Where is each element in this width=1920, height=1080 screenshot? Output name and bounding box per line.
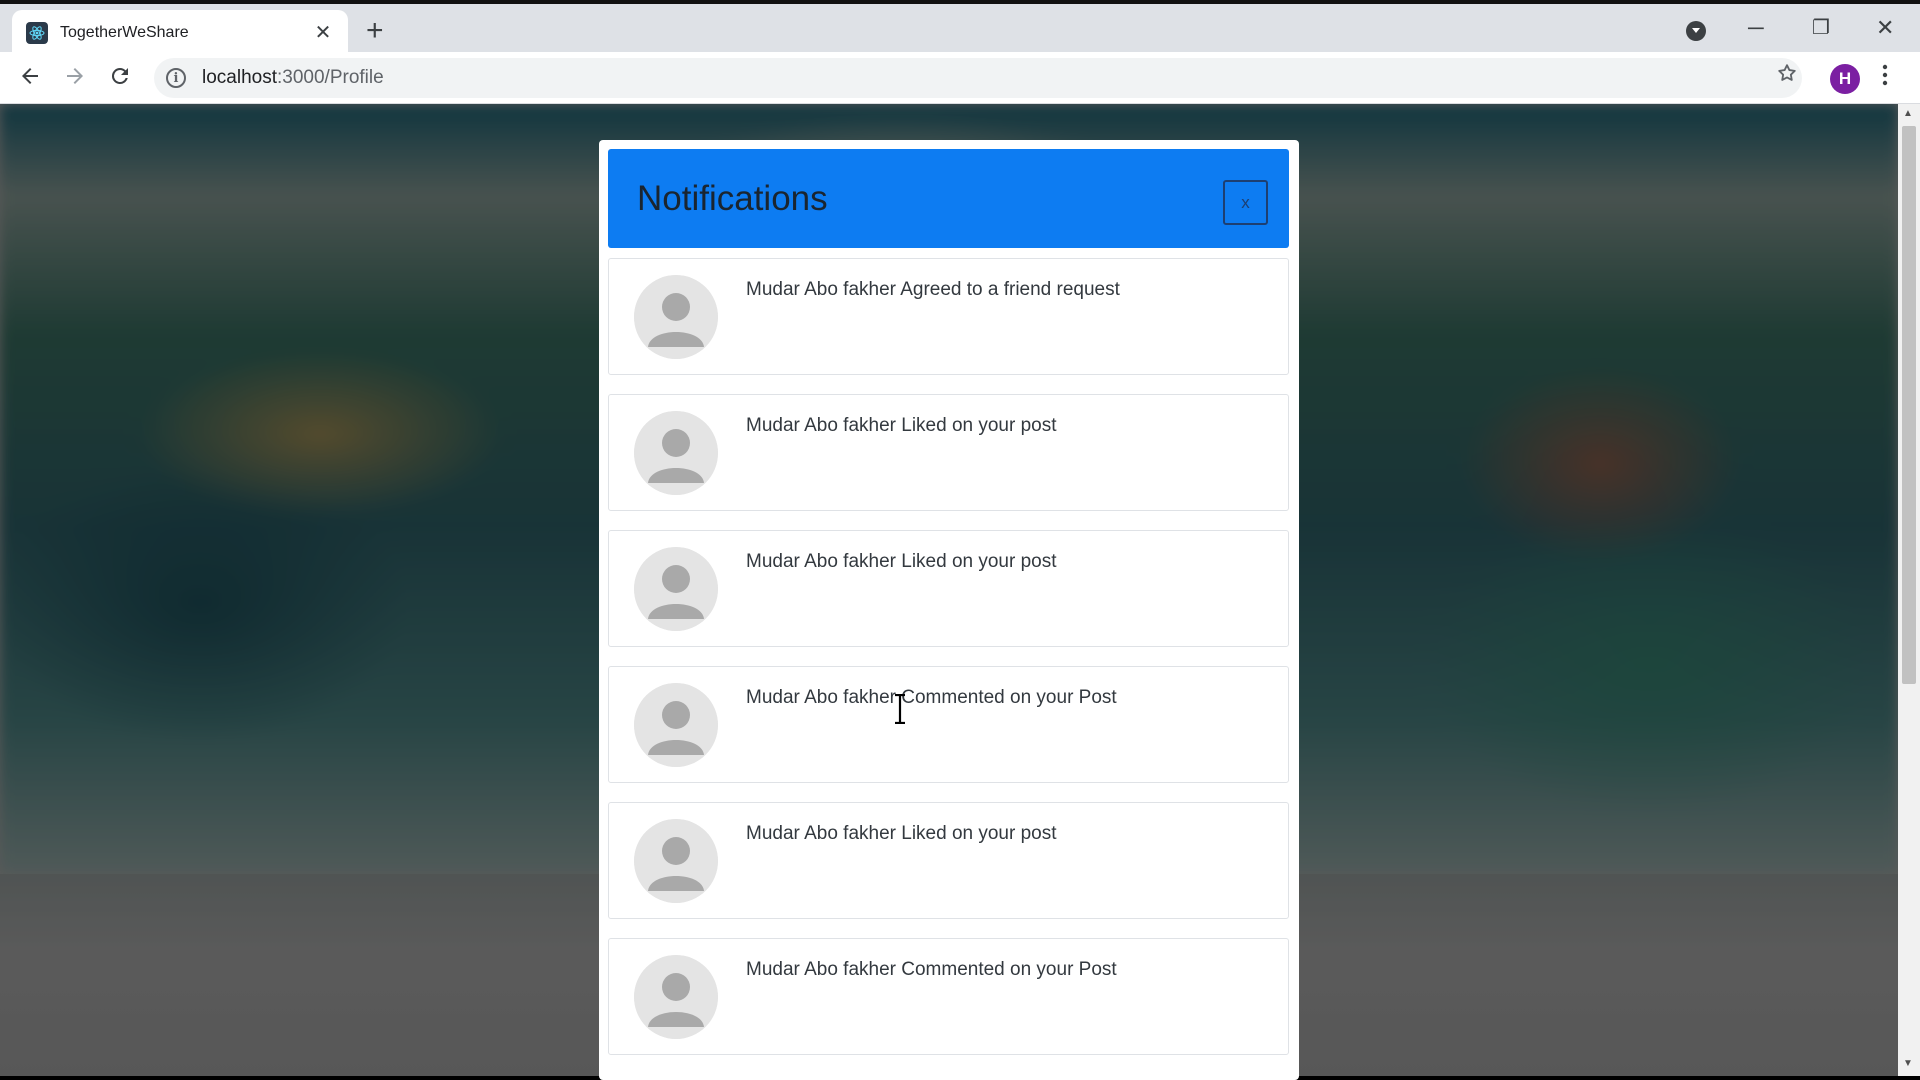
close-modal-button[interactable]: x [1223, 180, 1268, 225]
browser-tab[interactable]: TogetherWeShare ✕ [12, 10, 348, 56]
kebab-menu-icon[interactable] [1882, 64, 1888, 93]
restore-button[interactable]: ❐ [1812, 14, 1830, 42]
notification-item[interactable]: Mudar Abo fakher Liked on your post [608, 530, 1289, 647]
scroll-up-icon[interactable]: ▲ [1903, 108, 1913, 119]
notification-list: Mudar Abo fakher Agreed to a friend requ… [608, 258, 1289, 1074]
notification-text: Mudar Abo fakher Commented on your Post [746, 959, 1117, 980]
reload-icon [111, 67, 128, 84]
info-icon[interactable]: i [166, 68, 186, 88]
notification-item[interactable]: Mudar Abo fakher Liked on your post [608, 802, 1289, 919]
arrow-right-icon [67, 68, 83, 84]
notification-text: Mudar Abo fakher Agreed to a friend requ… [746, 279, 1120, 300]
arrow-left-icon [22, 68, 38, 84]
page-scrollbar[interactable]: ▲ ▼ [1898, 104, 1920, 1076]
minimize-button[interactable]: ─ [1748, 14, 1764, 42]
default-user-avatar-icon [634, 819, 718, 903]
default-user-avatar-icon [634, 275, 718, 359]
default-user-avatar-icon [634, 683, 718, 767]
tab-title: TogetherWeShare [60, 24, 189, 41]
back-button[interactable] [15, 64, 45, 95]
notification-item[interactable]: Mudar Abo fakher Agreed to a friend requ… [608, 258, 1289, 375]
default-user-avatar-icon [634, 411, 718, 495]
default-user-avatar-icon [634, 547, 718, 631]
scroll-down-icon[interactable]: ▼ [1903, 1058, 1913, 1069]
notification-item[interactable]: Mudar Abo fakher Liked on your post [608, 394, 1289, 511]
close-window-button[interactable]: ✕ [1876, 14, 1894, 42]
notification-text: Mudar Abo fakher Liked on your post [746, 551, 1057, 572]
react-favicon-icon [26, 22, 48, 44]
url-host: localhost [202, 67, 277, 88]
notifications-modal: Notifications x Mudar Abo fakher Agreed … [599, 140, 1299, 1080]
default-user-avatar-icon [634, 955, 718, 1039]
modal-title: Notifications [637, 179, 828, 218]
bookmark-star-icon[interactable] [1776, 62, 1798, 88]
tab-close-icon[interactable]: ✕ [312, 22, 334, 44]
profile-avatar[interactable]: H [1830, 64, 1860, 94]
browser-tab-strip: TogetherWeShare ✕ + ─ ❐ ✕ [0, 0, 1920, 56]
notification-text: Mudar Abo fakher Liked on your post [746, 415, 1057, 436]
browser-toolbar: i localhost:3000/Profile H [0, 52, 1920, 104]
notification-text: Mudar Abo fakher Commented on your Post [746, 687, 1117, 708]
address-bar[interactable]: i localhost:3000/Profile [154, 58, 1802, 98]
forward-button[interactable] [60, 64, 90, 95]
notification-item[interactable]: Mudar Abo fakher Commented on your Post [608, 666, 1289, 783]
notification-text: Mudar Abo fakher Liked on your post [746, 823, 1057, 844]
reload-button[interactable] [105, 64, 135, 95]
new-tab-button[interactable]: + [366, 16, 384, 46]
notification-item[interactable]: Mudar Abo fakher Commented on your Post [608, 938, 1289, 1055]
modal-header: Notifications x [608, 149, 1289, 248]
chevron-down-icon[interactable] [1686, 21, 1706, 41]
scrollbar-thumb[interactable] [1902, 126, 1916, 684]
text-cursor-icon [895, 694, 905, 724]
url-path: :3000/Profile [277, 67, 384, 88]
